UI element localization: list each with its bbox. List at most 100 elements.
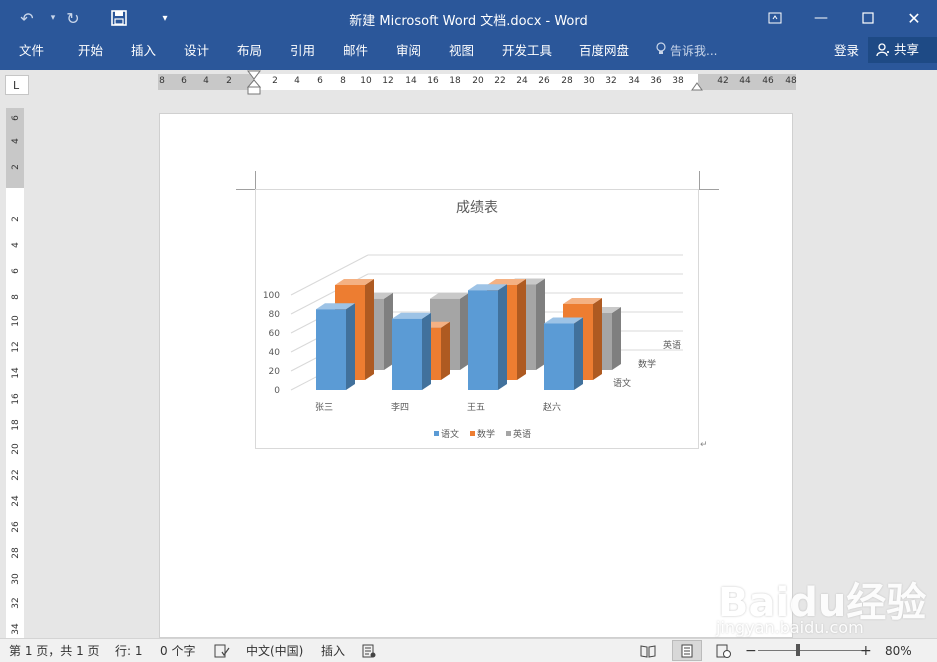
proofing-icon[interactable] (214, 642, 230, 660)
ruler-v-label: 14 (11, 367, 21, 379)
chart-bar (544, 317, 583, 390)
ruler-h-label: 4 (203, 76, 209, 86)
ruler-h-label: 6 (317, 76, 323, 86)
watermark-url: jingyan.baidu.com (716, 618, 864, 637)
word-count[interactable]: 0 个字 (160, 642, 195, 660)
tab-developer[interactable]: 开发工具 (502, 40, 552, 62)
ruler-h-label: 38 (672, 76, 684, 86)
chart-legend-label: 语文 (441, 428, 459, 440)
chart-depth-labels: 语文数学英语 (613, 339, 681, 389)
page-count[interactable]: 第 1 页，共 1 页 (9, 642, 100, 660)
chart-y-tick-label: 100 (263, 291, 280, 301)
chart-bar (392, 312, 431, 390)
chart-bar-side (574, 317, 583, 390)
chart-category-label: 李四 (391, 401, 409, 413)
chart-y-tick-label: 20 (269, 367, 281, 377)
tab-design[interactable]: 设计 (184, 40, 209, 62)
chart-bar-side (384, 292, 393, 370)
chart-legend: 语文 数学 英语 (434, 428, 531, 440)
login-button[interactable]: 登录 (834, 40, 859, 62)
zoom-slider[interactable] (758, 650, 862, 651)
macro-record-icon[interactable] (362, 642, 376, 660)
ruler-v-label: 16 (11, 393, 21, 405)
ribbon-display-icon[interactable] (752, 0, 798, 36)
ruler-v-label: 12 (11, 341, 21, 353)
ruler-h-label: 8 (159, 76, 165, 86)
ruler-h-label: 32 (605, 76, 617, 86)
language-indicator[interactable]: 中文(中国) (246, 642, 303, 660)
chart-bar-side (498, 284, 507, 390)
zoom-in-button[interactable]: + (860, 642, 872, 660)
minimize-icon[interactable]: — (798, 0, 844, 36)
ruler-h-label: 26 (538, 76, 550, 86)
ruler-h-label: 10 (360, 76, 372, 86)
maximize-icon[interactable] (845, 0, 891, 36)
chart-y-tick-label: 0 (274, 386, 280, 396)
chart-category-label: 张三 (315, 402, 333, 413)
ruler-v-label: 10 (11, 315, 21, 327)
tab-mailings[interactable]: 邮件 (343, 40, 368, 62)
chart-bar-side (536, 278, 545, 370)
chart-bar-side (593, 298, 602, 380)
ruler-h-label: 28 (561, 76, 573, 86)
tab-home[interactable]: 开始 (78, 40, 103, 62)
ruler-h-label: 36 (650, 76, 662, 86)
crop-mark (699, 171, 700, 189)
chart-object[interactable]: 成绩表 0 20 40 60 80 100 张三 李四 王五 赵六 语文 数学 英语 语文 数学 英语 (255, 189, 699, 449)
zoom-out-button[interactable]: − (745, 642, 757, 660)
chart-bar-side (612, 307, 621, 370)
print-layout-icon[interactable] (672, 640, 702, 661)
ruler-h-label: 46 (762, 76, 774, 86)
chart-bar-side (441, 321, 450, 380)
document-page[interactable]: 成绩表 0 20 40 60 80 100 张三 李四 王五 赵六 语文 数学 英语 语文 数学 英语 … (159, 113, 793, 638)
tab-review[interactable]: 审阅 (396, 40, 421, 62)
vertical-ruler[interactable]: 6 4 2 2 4 6 8 10 12 14 16 18 20 22 24 26 28 30 32 34 (6, 108, 24, 638)
chart-y-tick-label: 80 (269, 310, 281, 320)
ruler-h-label: 12 (382, 76, 394, 86)
chart-category-label: 赵六 (543, 401, 561, 413)
horizontal-ruler[interactable]: 8 6 4 2 2 4 6 8 10 12 14 16 18 20 22 24 26 28 30 32 34 36 38 42… (158, 70, 797, 95)
tab-file[interactable]: 文件 (19, 40, 44, 62)
chart-3d-bar[interactable]: 成绩表 020406080100 张三 李四 王五 赵六 语文数学英语 语文 数学 英语 (256, 190, 700, 450)
ruler-h-label: 44 (739, 76, 751, 86)
zoom-level[interactable]: 80% (885, 642, 912, 660)
ruler-h-label: 42 (717, 76, 729, 86)
tab-layout[interactable]: 布局 (237, 40, 262, 62)
ruler-h-label: 16 (427, 76, 439, 86)
ruler-v-label: 4 (11, 242, 21, 248)
zoom-slider-thumb[interactable] (796, 644, 800, 656)
ruler-h-label: 34 (628, 76, 640, 86)
chart-depth-label: 数学 (638, 358, 656, 370)
ruler-v-label: 28 (11, 547, 21, 559)
ribbon-tab-bar: 文件 开始 插入 设计 布局 引用 邮件 审阅 视图 开发工具 百度网盘 告诉我… (0, 36, 937, 70)
ruler-v-label: 26 (11, 521, 21, 533)
tell-me-box[interactable]: 告诉我... (656, 40, 717, 62)
ruler-v-label: 2 (11, 216, 21, 222)
share-button[interactable]: 共享 (868, 37, 937, 63)
indent-marker-icon[interactable] (247, 70, 261, 96)
tab-references[interactable]: 引用 (290, 40, 315, 62)
ruler-h-label: 48 (785, 76, 797, 86)
tab-baidu-netdisk[interactable]: 百度网盘 (579, 40, 629, 62)
tab-insert[interactable]: 插入 (131, 40, 156, 62)
chart-y-tick-label: 60 (269, 329, 281, 339)
title-bar: ↶ ▾ ↻ ▾ 新建 Microsoft Word 文档.docx - Word… (0, 0, 937, 36)
person-icon (876, 37, 890, 66)
lightbulb-icon (656, 40, 666, 62)
ruler-h-label: 22 (494, 76, 506, 86)
chart-category-labels: 张三 李四 王五 赵六 (315, 401, 561, 413)
insert-mode[interactable]: 插入 (321, 642, 345, 660)
tab-view[interactable]: 视图 (449, 40, 474, 62)
ruler-v-label: 8 (11, 294, 21, 300)
chart-bar-side (365, 279, 374, 380)
ruler-v-label: 4 (11, 138, 21, 144)
right-indent-marker-icon[interactable] (691, 82, 703, 92)
web-layout-icon[interactable] (716, 642, 732, 660)
close-icon[interactable]: ✕ (891, 0, 937, 36)
chart-bar-face (316, 309, 346, 390)
read-mode-icon[interactable] (640, 642, 656, 660)
line-number[interactable]: 行: 1 (115, 642, 143, 660)
crop-mark (236, 189, 256, 190)
tell-me-text: 告诉我... (670, 44, 718, 58)
tab-selector[interactable]: L (5, 75, 29, 95)
